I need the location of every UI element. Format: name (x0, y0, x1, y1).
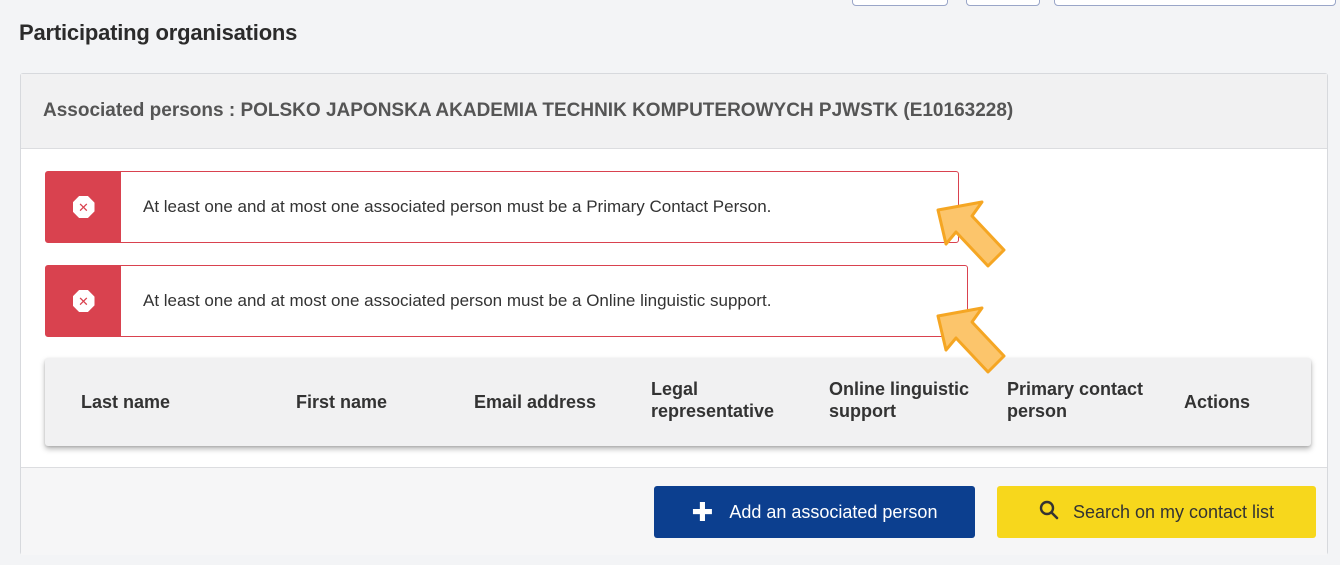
search-contact-list-button[interactable]: Search on my contact list (997, 486, 1316, 538)
top-tab[interactable] (1054, 0, 1336, 6)
column-header-primary-contact-person[interactable]: Primary contact person (1007, 378, 1143, 422)
error-alert-primary-contact: ✕ At least one and at most one associate… (45, 171, 959, 243)
column-header-first-name[interactable]: First name (296, 391, 387, 413)
error-alert-online-linguistic: ✕ At least one and at most one associate… (45, 265, 968, 337)
page-title: Participating organisations (19, 20, 298, 45)
column-header-legal-representative[interactable]: Legal representative (651, 378, 774, 422)
alert-icon-area: ✕ (46, 266, 121, 336)
alert-message: At least one and at most one associated … (143, 197, 772, 216)
add-associated-person-button[interactable]: ✚ Add an associated person (654, 486, 975, 538)
add-associated-person-label: Add an associated person (729, 501, 938, 522)
alert-message: At least one and at most one associated … (143, 291, 772, 310)
associated-persons-panel: Associated persons : POLSKO JAPONSKA AKA… (20, 73, 1328, 555)
panel-header: Associated persons : POLSKO JAPONSKA AKA… (21, 74, 1327, 149)
column-header-online-linguistic-support[interactable]: Online linguistic support (829, 378, 969, 422)
column-header-actions: Actions (1184, 392, 1251, 412)
pointer-arrow-icon (936, 200, 1006, 268)
error-octagon-icon: ✕ (72, 290, 95, 312)
search-icon (1039, 500, 1059, 525)
plus-icon: ✚ (691, 497, 714, 527)
alert-icon-area: ✕ (46, 172, 121, 242)
associated-persons-table-header: Last name First name Email address Legal… (45, 358, 1311, 446)
search-contact-list-label: Search on my contact list (1072, 501, 1275, 522)
top-tab-strip (0, 0, 1340, 8)
column-header-email[interactable]: Email address (474, 391, 596, 413)
column-header-last-name[interactable]: Last name (81, 391, 170, 413)
top-tab[interactable] (852, 0, 948, 6)
pointer-arrow-icon (936, 306, 1006, 374)
error-octagon-icon: ✕ (72, 196, 95, 218)
panel-footer: ✚ Add an associated person Search on my … (21, 467, 1327, 555)
top-tab[interactable] (966, 0, 1040, 6)
